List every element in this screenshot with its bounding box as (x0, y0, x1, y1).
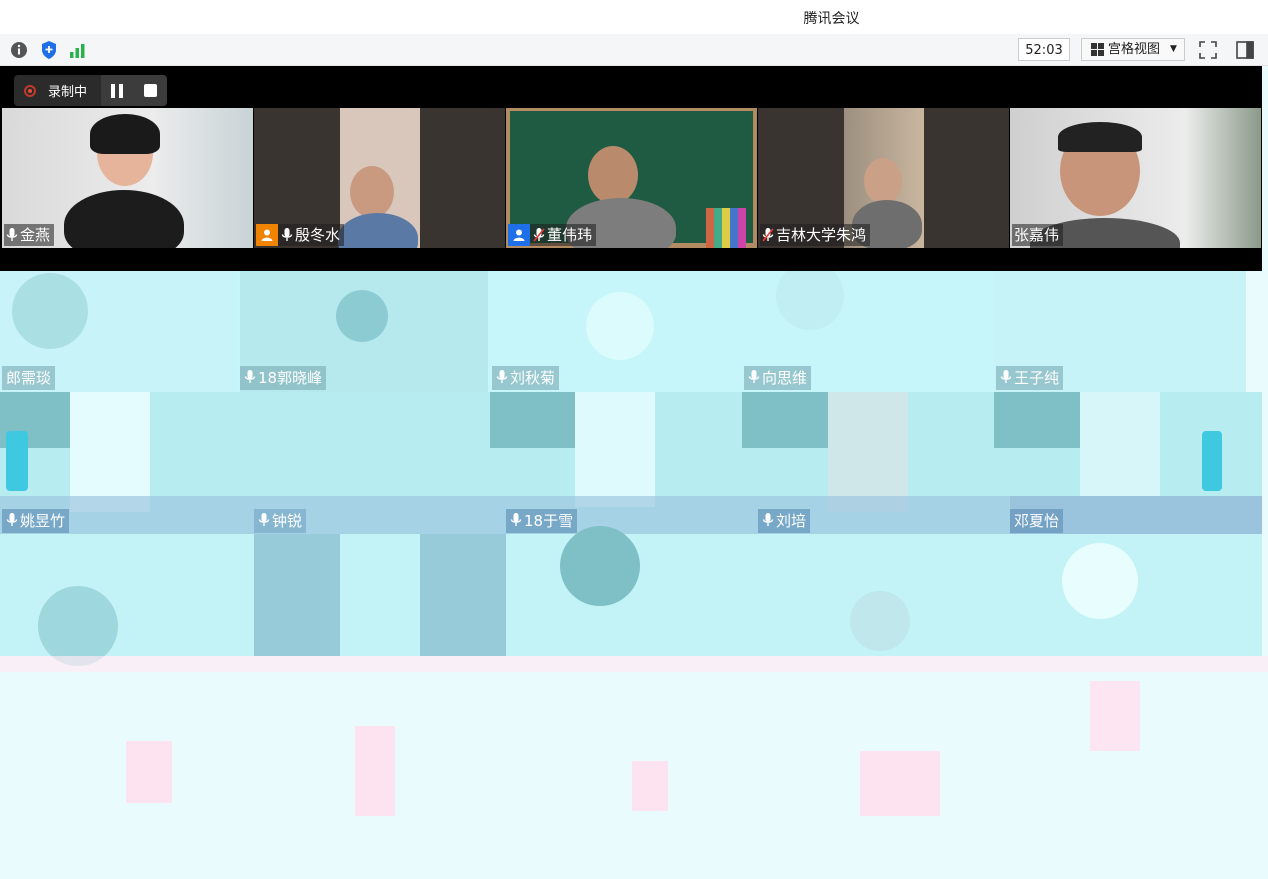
participant-name: 向思维 (762, 369, 808, 387)
microphone-icon (6, 228, 18, 241)
info-icon[interactable] (9, 40, 29, 60)
microphone-icon (762, 513, 774, 526)
recording-controls (101, 75, 167, 106)
recording-label: 录制中 (48, 85, 88, 100)
video-tile[interactable]: 董伟玮 (506, 108, 757, 248)
user-icon (256, 224, 278, 246)
microphone-icon (496, 370, 508, 383)
microphone-muted-icon (533, 228, 545, 242)
participant-name: 张嘉伟 (1014, 226, 1060, 244)
participant-name: 18郭晓峰 (258, 369, 323, 387)
grid-icon (1091, 43, 1104, 56)
participant-label: 董伟玮 (508, 224, 597, 246)
fullscreen-icon[interactable] (1197, 39, 1219, 61)
microphone-icon (1000, 370, 1012, 383)
record-icon (24, 84, 36, 97)
participant-label: 张嘉伟 (1012, 224, 1064, 246)
microphone-icon (244, 370, 256, 383)
meeting-timer: 52:03 (1018, 38, 1070, 61)
sidebar-icon[interactable] (1234, 39, 1256, 61)
video-tile[interactable]: 殷冬水 (254, 108, 505, 248)
participant-name: 殷冬水 (295, 226, 341, 244)
caret-down-icon: ▼ (1170, 44, 1177, 54)
participant-label: 钟锐 (254, 509, 307, 533)
participant-label: 刘秋菊 (492, 366, 560, 390)
glitched-video-area: 郎需琰 18郭晓峰 刘秋菊 向思维 王子纯 姚昱竹 钟锐 18于雪 刘培 邓夏怡 (0, 271, 1268, 879)
microphone-icon (510, 513, 522, 526)
participant-label: 向思维 (744, 366, 812, 390)
microphone-icon (748, 370, 760, 383)
participant-label: 郎需琰 (2, 366, 56, 390)
participant-label: 王子纯 (996, 366, 1064, 390)
participant-label: 金燕 (4, 224, 55, 246)
meeting-toolbar: 52:03 宫格视图 ▼ (0, 34, 1268, 66)
user-icon (508, 224, 530, 246)
participant-name: 刘秋菊 (510, 369, 556, 387)
window-title: 腾讯会议 (803, 11, 860, 27)
participant-name: 董伟玮 (547, 226, 593, 244)
signal-icon[interactable] (68, 40, 88, 60)
video-tile[interactable]: 张嘉伟 (1010, 108, 1261, 248)
participant-label: 刘培 (758, 509, 811, 533)
participant-label: 18郭晓峰 (240, 366, 327, 390)
microphone-icon (258, 513, 270, 526)
shield-icon[interactable] (39, 40, 59, 60)
title-bar: 腾讯会议 (0, 0, 1268, 34)
microphone-icon (6, 513, 18, 526)
participant-name: 金燕 (20, 226, 51, 244)
participant-label: 18于雪 (506, 509, 578, 533)
participant-label: 邓夏怡 (1010, 509, 1064, 533)
recording-bar: 录制中 (14, 75, 167, 106)
participant-name: 吉林大学朱鸿 (776, 226, 867, 244)
participant-name: 18于雪 (524, 512, 574, 530)
participant-name: 郎需琰 (6, 369, 52, 387)
stop-icon[interactable] (143, 84, 157, 97)
view-mode-label: 宫格视图 (1108, 42, 1161, 57)
participant-name: 王子纯 (1014, 369, 1060, 387)
microphone-muted-icon (762, 228, 774, 242)
pause-icon[interactable] (111, 83, 124, 98)
participant-label: 吉林大学朱鸿 (760, 224, 871, 246)
participant-label: 姚昱竹 (2, 509, 70, 533)
microphone-icon (281, 228, 293, 241)
participant-name: 钟锐 (272, 512, 303, 530)
video-tile[interactable]: 金燕 (2, 108, 253, 248)
participant-label: 殷冬水 (256, 224, 345, 246)
video-tile[interactable]: 吉林大学朱鸿 (758, 108, 1009, 248)
participant-name: 邓夏怡 (1014, 512, 1060, 530)
participant-name: 刘培 (776, 512, 807, 530)
view-mode-dropdown[interactable]: 宫格视图 ▼ (1081, 38, 1185, 61)
participant-name: 姚昱竹 (20, 512, 66, 530)
